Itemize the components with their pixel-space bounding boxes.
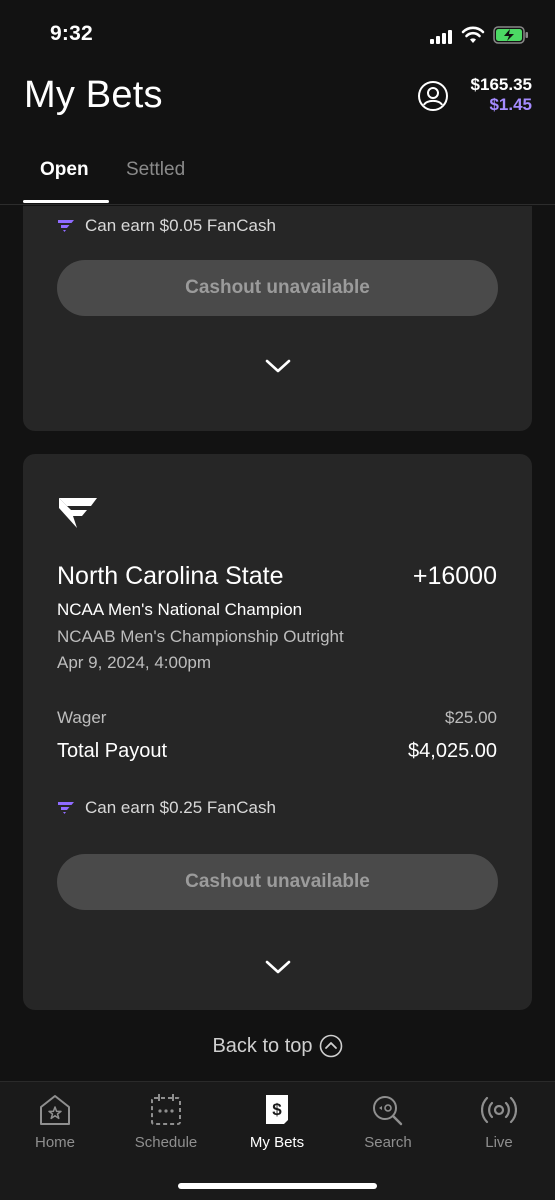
- status-bar: 9:32: [0, 0, 555, 70]
- back-to-top-label: Back to top: [212, 1034, 313, 1057]
- wager-value: $25.00: [445, 708, 497, 727]
- signal-icon: [430, 30, 454, 44]
- bet-slip-icon: $: [266, 1095, 288, 1124]
- payout-value: $4,025.00: [408, 740, 497, 762]
- nav-label: My Bets: [249, 1134, 305, 1151]
- home-icon: [40, 1095, 70, 1125]
- fanatics-logo-icon: [59, 498, 97, 528]
- fancash-balance: $1.45: [489, 95, 532, 114]
- cash-balance: $165.35: [470, 75, 532, 94]
- fancash-icon: [58, 802, 74, 814]
- search-icon: [373, 1096, 403, 1126]
- wager-label: Wager: [57, 708, 107, 727]
- cashout-button[interactable]: Cashout unavailable: [57, 854, 498, 910]
- wifi-icon: [461, 26, 485, 43]
- bet-selection: North Carolina State: [57, 562, 284, 590]
- live-broadcast-icon: [481, 1096, 517, 1124]
- calendar-icon: [151, 1094, 181, 1125]
- bet-date: Apr 9, 2024, 4:00pm: [57, 653, 212, 672]
- bet-card: North Carolina State +16000 NCAA Men's N…: [23, 454, 532, 1010]
- fancash-earn-text: Can earn $0.25 FanCash: [85, 798, 276, 817]
- balance-display[interactable]: $165.35 $1.45: [471, 75, 532, 115]
- nav-search[interactable]: Search: [333, 1092, 443, 1151]
- nav-my-bets[interactable]: $ My Bets: [222, 1092, 332, 1151]
- bets-tabs: Open Settled: [0, 150, 555, 205]
- chevron-down-icon[interactable]: [265, 358, 291, 374]
- svg-text:$: $: [272, 1100, 282, 1119]
- bet-odds: +16000: [412, 562, 497, 590]
- page-title: My Bets: [24, 74, 163, 116]
- status-time: 9:32: [50, 22, 93, 45]
- nav-schedule[interactable]: Schedule: [111, 1092, 221, 1151]
- payout-label: Total Payout: [57, 740, 168, 762]
- battery-charging-icon: [493, 26, 528, 44]
- bet-event: NCAAB Men's Championship Outright: [57, 627, 344, 646]
- my-bets-screen: 9:32 My Bets $165.35 $1.45 Open Settled …: [0, 0, 555, 1200]
- fancash-earn-row: Can earn $0.25 FanCash: [57, 798, 276, 818]
- tab-settled[interactable]: Settled: [126, 159, 185, 181]
- chevron-down-icon[interactable]: [265, 959, 291, 975]
- fancash-icon: [58, 220, 74, 232]
- nav-live[interactable]: Live: [444, 1092, 554, 1151]
- nav-label: Home: [34, 1134, 75, 1151]
- nav-label: Search: [364, 1134, 412, 1151]
- bet-market: NCAA Men's National Champion: [57, 600, 303, 619]
- fancash-earn-row: Can earn $0.05 FanCash: [57, 216, 276, 236]
- bets-list[interactable]: Can earn $0.05 FanCash Cashout unavailab…: [0, 206, 555, 1081]
- chevron-up-circle-icon: [319, 1034, 342, 1058]
- nav-home[interactable]: Home: [0, 1092, 110, 1151]
- fancash-earn-text: Can earn $0.05 FanCash: [85, 216, 276, 235]
- account-icon[interactable]: [417, 80, 449, 112]
- active-tab-indicator: [23, 200, 109, 203]
- nav-label: Live: [485, 1134, 513, 1151]
- back-to-top-link[interactable]: Back to top: [0, 1034, 555, 1058]
- home-indicator[interactable]: [178, 1183, 377, 1189]
- cashout-button[interactable]: Cashout unavailable: [57, 260, 498, 316]
- tab-open[interactable]: Open: [40, 159, 89, 181]
- bet-card: Can earn $0.05 FanCash Cashout unavailab…: [23, 206, 532, 431]
- nav-label: Schedule: [134, 1134, 198, 1151]
